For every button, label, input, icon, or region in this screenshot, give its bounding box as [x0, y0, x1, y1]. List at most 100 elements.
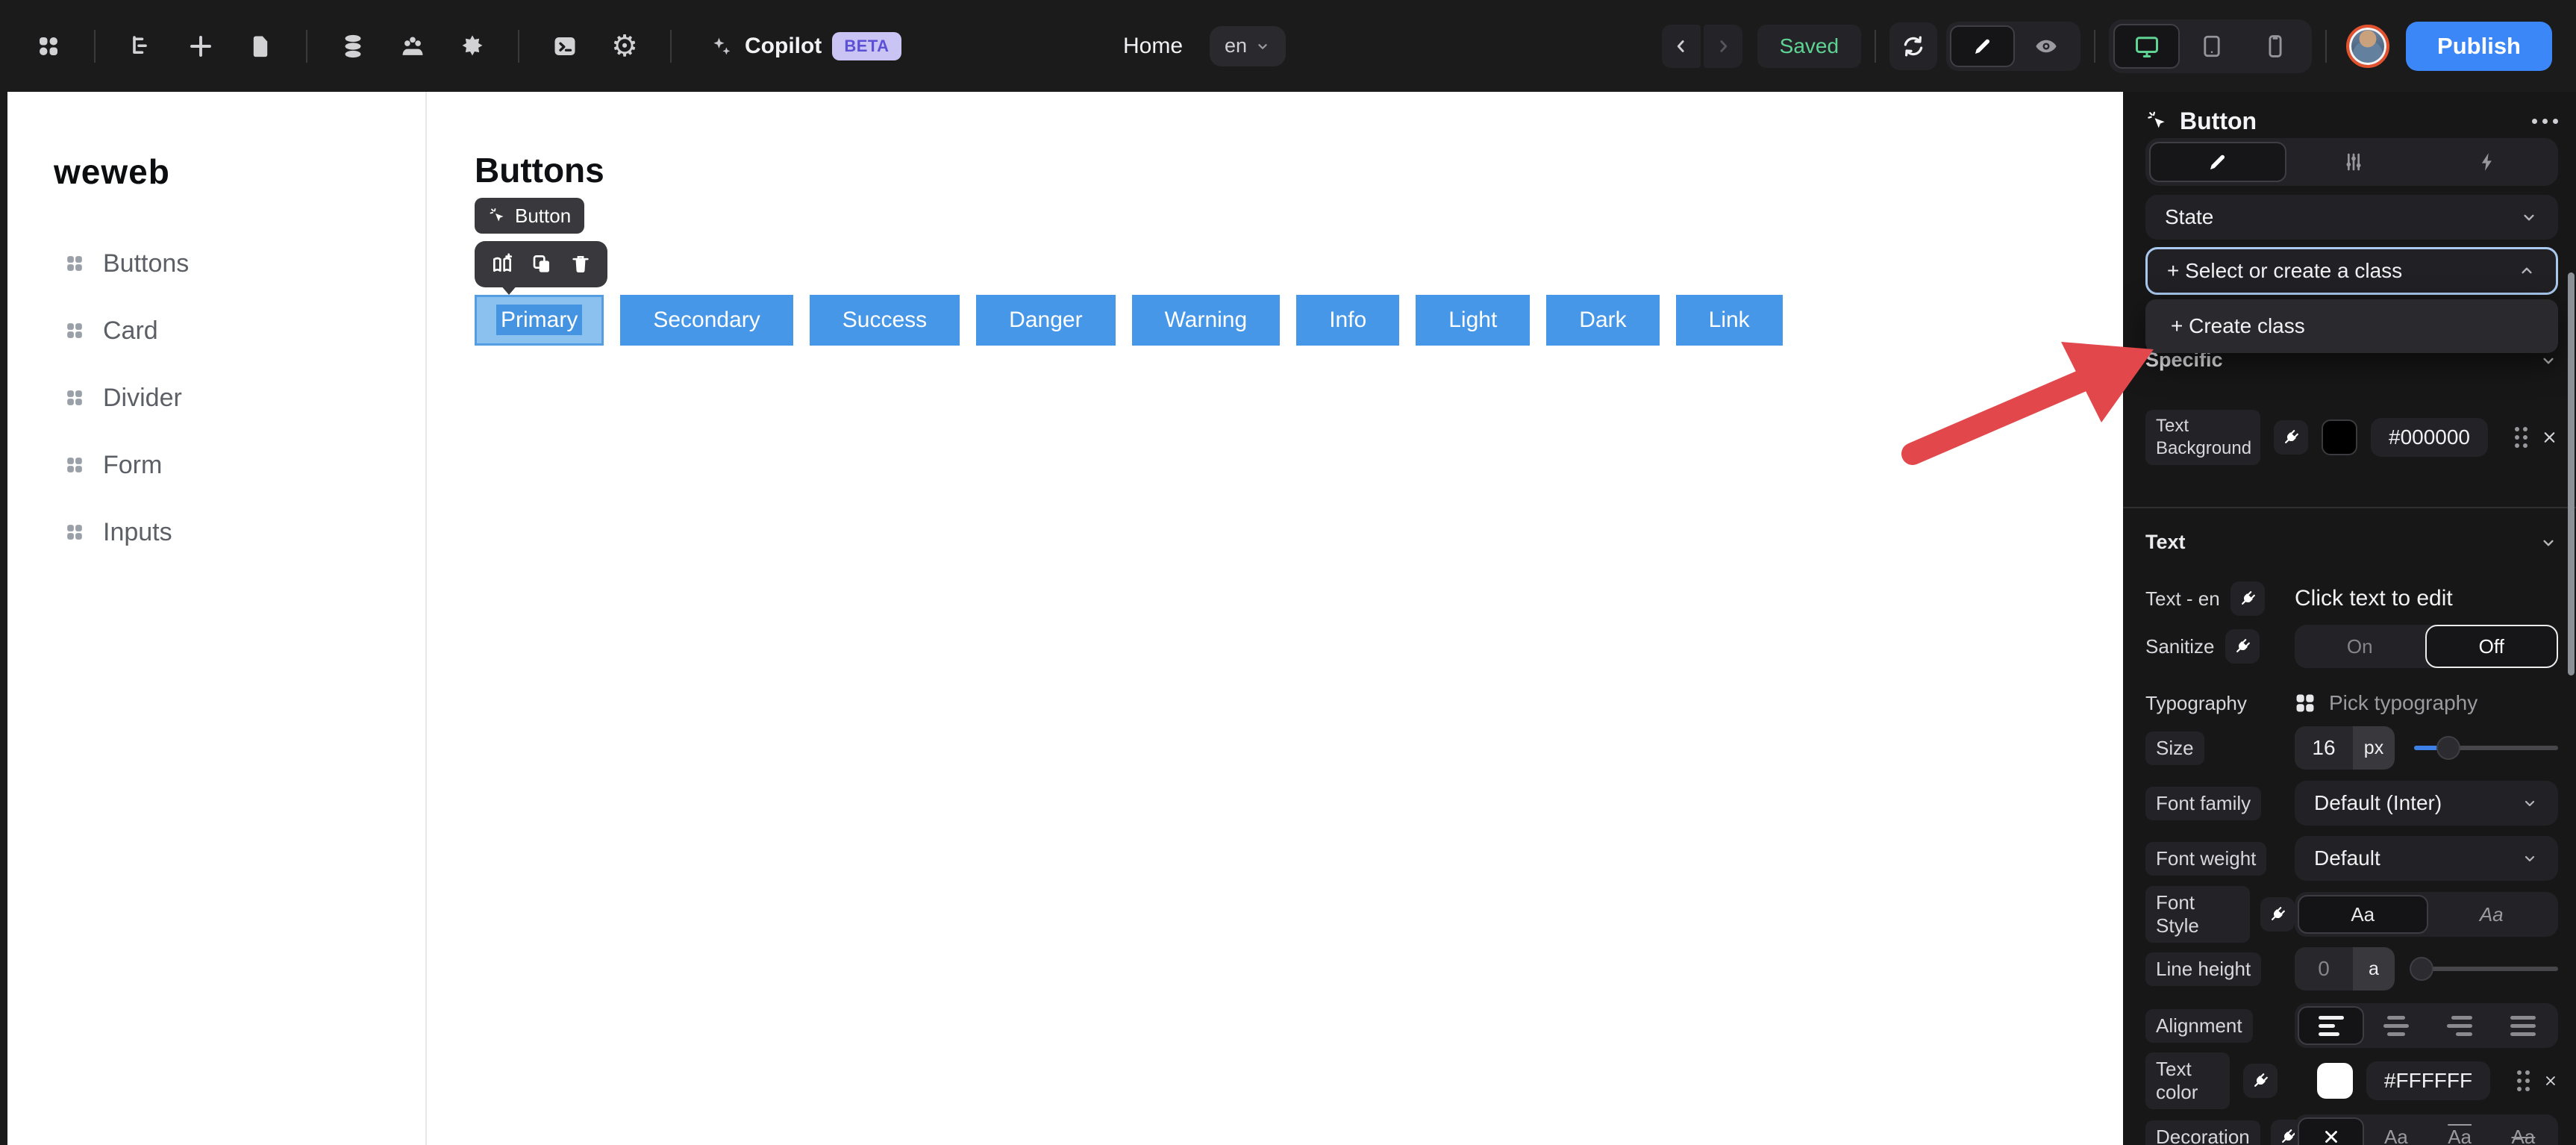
info-button[interactable]: Info	[1296, 295, 1400, 346]
sidebar-item-buttons[interactable]: Buttons	[7, 243, 425, 284]
toolbar-separator	[94, 29, 96, 63]
text-color-swatch[interactable]	[2316, 1063, 2353, 1099]
pages-icon[interactable]	[242, 28, 279, 65]
remove-icon[interactable]	[2541, 428, 2558, 447]
drag-handle-icon[interactable]	[2515, 427, 2528, 448]
weweb-editor: ⚙ Copilot BETA Home en Saved Publish wew…	[0, 0, 2576, 1145]
dev-terminal-icon[interactable]	[546, 28, 584, 65]
decoration-none-option[interactable]	[2298, 1117, 2365, 1145]
locale-selector[interactable]: en	[1210, 25, 1287, 66]
sidebar-item-card[interactable]: Card	[7, 311, 425, 351]
current-page-name[interactable]: Home	[1123, 34, 1183, 59]
delete-button[interactable]	[569, 253, 592, 275]
font-style-normal-option[interactable]: Aa	[2298, 895, 2428, 934]
size-unit-selector[interactable]: px	[2353, 726, 2395, 770]
light-button[interactable]: Light	[1416, 295, 1531, 346]
user-avatar[interactable]	[2346, 24, 2390, 68]
data-sources-icon[interactable]	[334, 28, 372, 65]
link-button[interactable]: Link	[1675, 295, 1783, 346]
line-height-slider-knob[interactable]	[2409, 957, 2433, 981]
sidebar-item-inputs[interactable]: Inputs	[7, 512, 425, 552]
add-element-icon[interactable]	[182, 28, 219, 65]
bind-plug-button[interactable]	[2260, 897, 2295, 932]
bind-plug-button[interactable]	[2230, 581, 2265, 616]
section-grid-icon	[67, 256, 82, 271]
bind-plug-button[interactable]	[2274, 420, 2308, 455]
line-height-slider[interactable]	[2409, 957, 2558, 981]
tab-workflows[interactable]	[2420, 142, 2554, 182]
preview-mode-tab[interactable]	[2015, 25, 2077, 67]
sidebar-item-label: Divider	[103, 383, 182, 412]
pick-typography-label: Pick typography	[2329, 691, 2478, 714]
panel-scrollbar[interactable]	[2568, 272, 2575, 676]
font-style-italic-option[interactable]: Aa	[2428, 895, 2556, 934]
copilot-button[interactable]: Copilot BETA	[709, 31, 901, 60]
tab-settings[interactable]	[2286, 142, 2421, 182]
panel-tabs	[2145, 138, 2558, 186]
remove-icon[interactable]	[2543, 1071, 2558, 1091]
drag-handle-icon[interactable]	[2517, 1070, 2530, 1091]
desktop-breakpoint-tab[interactable]	[2113, 23, 2180, 69]
dark-button[interactable]: Dark	[1546, 295, 1660, 346]
apps-grid-icon[interactable]	[30, 28, 67, 65]
decoration-underline-option[interactable]: Aa	[2364, 1117, 2427, 1145]
line-height-unit-selector[interactable]: a	[2353, 947, 2395, 990]
tab-styles[interactable]	[2149, 142, 2286, 182]
danger-button[interactable]: Danger	[976, 295, 1116, 346]
size-value-input[interactable]: 16	[2295, 726, 2353, 770]
publish-button[interactable]: Publish	[2406, 21, 2552, 71]
text-section-header[interactable]: Text	[2145, 531, 2558, 554]
undo-button[interactable]	[1661, 24, 1701, 68]
font-family-value: Default (Inter)	[2314, 791, 2442, 814]
success-button[interactable]: Success	[809, 295, 960, 346]
typography-grid-icon	[2296, 694, 2314, 712]
sanitize-off-option[interactable]: Off	[2425, 625, 2558, 668]
sidebar-item-form[interactable]: Form	[7, 445, 425, 485]
add-to-library-button[interactable]	[490, 252, 514, 276]
more-options-icon[interactable]	[2532, 118, 2558, 124]
warning-button[interactable]: Warning	[1131, 295, 1281, 346]
state-selector[interactable]: State	[2145, 195, 2558, 240]
class-selector[interactable]: + Select or create a class	[2145, 247, 2558, 295]
plug-icon	[2236, 639, 2250, 652]
align-justify-option[interactable]	[2492, 1006, 2555, 1045]
tablet-breakpoint-tab[interactable]	[2180, 24, 2243, 69]
mobile-breakpoint-tab[interactable]	[2244, 24, 2307, 69]
sync-icon	[1904, 35, 1923, 57]
background-color-swatch[interactable]	[2322, 419, 2357, 455]
secondary-button[interactable]: Secondary	[620, 295, 793, 346]
bind-plug-button[interactable]	[2243, 1064, 2278, 1098]
line-height-value-input[interactable]: 0	[2295, 947, 2353, 990]
sidebar-item-divider[interactable]: Divider	[7, 378, 425, 418]
size-slider-knob[interactable]	[2436, 736, 2461, 760]
text-background-label: Text Background	[2145, 410, 2260, 465]
navigator-tree-icon[interactable]	[122, 28, 160, 65]
align-right-option[interactable]	[2428, 1006, 2492, 1045]
text-color-hex-value[interactable]: #FFFFFF	[2366, 1061, 2491, 1100]
text-edit-hint[interactable]: Click text to edit	[2295, 586, 2453, 611]
decoration-strikethrough-option[interactable]: Aa	[2492, 1117, 2555, 1145]
primary-button[interactable]: Primary	[475, 295, 604, 346]
align-left-option[interactable]	[2298, 1006, 2365, 1045]
decoration-overline-option[interactable]: Aa	[2428, 1117, 2492, 1145]
bind-plug-button[interactable]	[2225, 629, 2260, 664]
font-weight-select[interactable]: Default	[2295, 836, 2558, 881]
toolbar-right-group: Saved Publish	[1661, 0, 2552, 92]
font-family-select[interactable]: Default (Inter)	[2295, 781, 2558, 826]
redo-button[interactable]	[1703, 24, 1742, 68]
align-center-option[interactable]	[2364, 1006, 2427, 1045]
sync-button[interactable]	[1889, 22, 1938, 70]
pick-typography-button[interactable]: Pick typography	[2295, 691, 2477, 715]
edit-mode-tab[interactable]	[1950, 25, 2016, 67]
size-slider[interactable]	[2414, 736, 2558, 760]
plugins-icon[interactable]	[454, 28, 491, 65]
beta-badge: BETA	[832, 31, 901, 60]
duplicate-button[interactable]	[530, 252, 554, 276]
toolbar-separator	[306, 29, 307, 63]
background-hex-value[interactable]: #000000	[2371, 418, 2489, 457]
decoration-none-icon	[2325, 1131, 2337, 1143]
create-class-option[interactable]: + Create class	[2145, 299, 2558, 353]
settings-gear-icon[interactable]: ⚙	[606, 28, 643, 65]
sanitize-on-option[interactable]: On	[2295, 625, 2425, 668]
users-icon[interactable]	[394, 28, 431, 65]
